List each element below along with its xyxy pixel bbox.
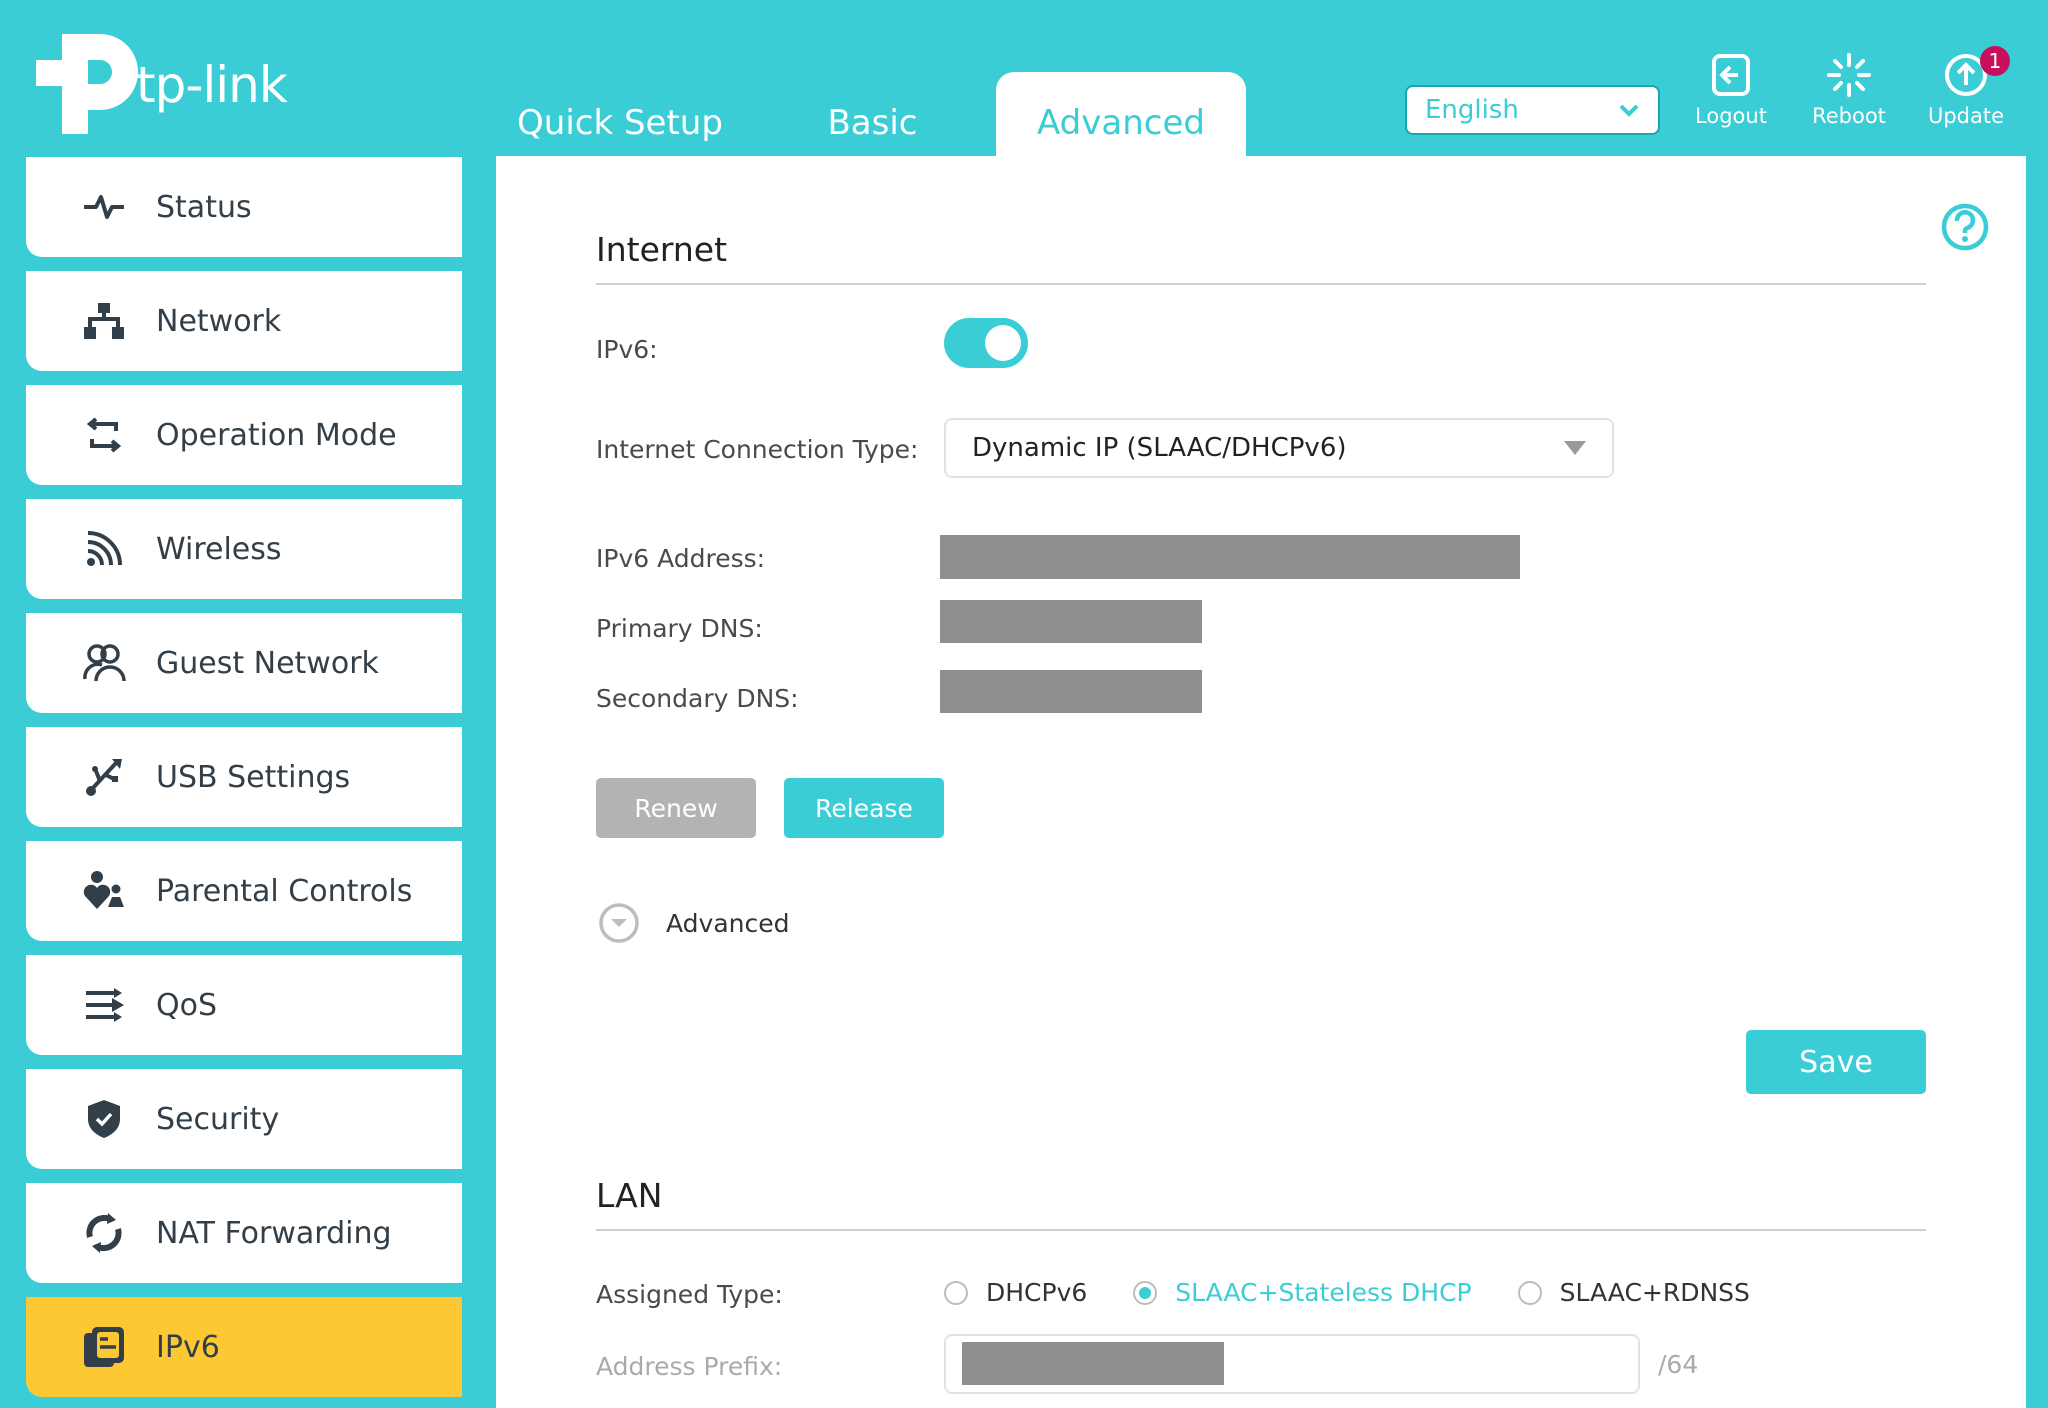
sidebar-item-security[interactable]: Security [26,1069,462,1169]
radio-dhcpv6[interactable]: DHCPv6 [944,1278,1087,1307]
update-badge: 1 [1980,46,2010,76]
sidebar-item-label: Status [156,189,252,225]
ipv6-document-icon [78,1325,130,1369]
address-prefix-suffix: /64 [1658,1350,1699,1379]
tab-basic[interactable]: Basic [790,72,955,156]
sidebar-item-label: Operation Mode [156,417,397,453]
chevron-circle-down-icon [599,903,639,943]
sidebar-item-label: Wireless [156,531,282,567]
sidebar-item-ipv6[interactable]: IPv6 [26,1297,462,1397]
dropdown-triangle-icon [1564,441,1586,455]
reboot-label: Reboot [1812,104,1886,128]
advanced-expand-label: Advanced [666,908,790,938]
sidebar-item-usb-settings[interactable]: USB Settings [26,727,462,827]
ipv6-address-value-redacted [940,535,1520,579]
sidebar-item-status[interactable]: Status [26,157,462,257]
swap-arrows-icon [78,413,130,457]
secondary-dns-label: Secondary DNS: [596,684,799,713]
sidebar-item-label: Parental Controls [156,873,413,909]
wireless-icon [78,527,130,571]
update-label: Update [1927,104,2005,128]
update-button[interactable]: 1 Update [1918,46,2014,128]
address-prefix-label: Address Prefix: [596,1352,783,1381]
radio-button[interactable] [1517,1280,1542,1305]
advanced-expand-toggle[interactable]: Advanced [598,902,790,944]
sidebar-item-label: Security [156,1101,280,1137]
connection-type-label: Internet Connection Type: [596,435,919,464]
chevron-down-icon [1619,104,1639,117]
reboot-icon [1827,53,1871,97]
parental-icon [78,869,130,913]
address-prefix-value-redacted [962,1342,1224,1385]
internet-divider [596,283,1926,285]
radio-button[interactable] [1133,1280,1158,1305]
reboot-button[interactable]: Reboot [1801,52,1897,128]
secondary-dns-value-redacted [940,670,1202,713]
connection-type-value: Dynamic IP (SLAAC/DHCPv6) [972,433,1347,463]
logout-button[interactable]: Logout [1683,52,1779,128]
tab-quick-setup[interactable]: Quick Setup [500,72,740,156]
tab-advanced[interactable]: Advanced [996,72,1246,156]
lan-section-title: LAN [596,1176,663,1215]
ipv6-label: IPv6: [596,335,658,364]
sidebar-item-label: USB Settings [156,759,351,795]
ipv6-address-label: IPv6 Address: [596,544,766,573]
radio-button[interactable] [944,1280,968,1305]
primary-dns-label: Primary DNS: [596,614,763,643]
language-selected: English [1425,95,1519,125]
radio-label: SLAAC+RDNSS [1559,1278,1750,1307]
radio-label: DHCPv6 [986,1278,1088,1307]
renew-button[interactable]: Renew [596,778,756,838]
usb-icon [78,755,130,799]
release-button[interactable]: Release [784,778,944,838]
radio-label: SLAAC+Stateless DHCP [1175,1278,1472,1307]
connection-type-select[interactable]: Dynamic IP (SLAAC/DHCPv6) [944,418,1614,478]
shield-check-icon [78,1097,130,1141]
ipv6-toggle[interactable] [944,318,1028,368]
assigned-type-radio-group: DHCPv6 SLAAC+Stateless DHCP SLAAC+RDNSS [944,1278,1796,1307]
sidebar-item-nat-forwarding[interactable]: NAT Forwarding [26,1183,462,1283]
lan-divider [596,1229,1926,1231]
qos-arrows-icon [78,983,130,1027]
sidebar-item-label: QoS [156,987,218,1023]
assigned-type-label: Assigned Type: [596,1280,783,1309]
sidebar-item-parental-controls[interactable]: Parental Controls [26,841,462,941]
sidebar-item-label: IPv6 [156,1329,220,1365]
pulse-icon [78,185,130,229]
radio-slaac-stateless-dhcp[interactable]: SLAAC+Stateless DHCP [1133,1278,1472,1307]
logout-label: Logout [1695,104,1767,128]
logout-icon [1712,54,1750,96]
toggle-knob [985,325,1021,361]
cycle-arrows-icon [78,1211,130,1255]
sidebar-item-guest-network[interactable]: Guest Network [26,613,462,713]
sidebar-item-label: Network [156,303,282,339]
help-icon[interactable] [1940,202,1990,252]
radio-slaac-rdnss[interactable]: SLAAC+RDNSS [1517,1278,1750,1307]
sidebar-item-wireless[interactable]: Wireless [26,499,462,599]
sidebar-item-operation-mode[interactable]: Operation Mode [26,385,462,485]
primary-dns-value-redacted [940,600,1202,643]
users-icon [78,641,130,685]
network-topology-icon [78,299,130,343]
brand-name: tp-link [136,56,288,114]
sidebar-item-label: Guest Network [156,645,379,681]
language-select[interactable]: English [1405,85,1660,135]
internet-section-title: Internet [596,230,728,269]
sidebar-item-network[interactable]: Network [26,271,462,371]
sidebar-item-label: NAT Forwarding [156,1215,392,1251]
save-button[interactable]: Save [1746,1030,1926,1094]
sidebar-item-qos[interactable]: QoS [26,955,462,1055]
